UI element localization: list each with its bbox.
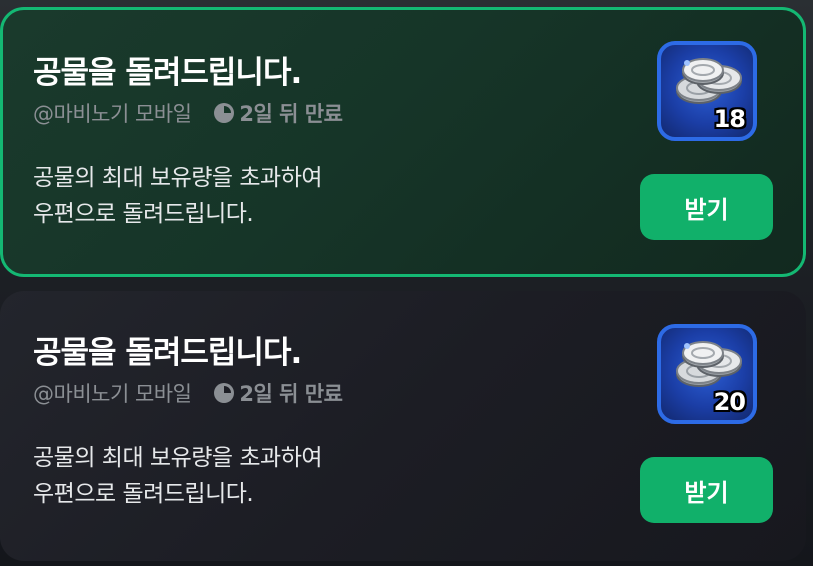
mail-expiry-text: 2일 뒤 만료 [239, 382, 343, 406]
mail-sender: @마비노기 모바일 [33, 382, 192, 406]
mail-card[interactable]: 공물을 돌려드립니다. @마비노기 모바일 2일 뒤 만료 공물의 최대 보유량… [0, 291, 806, 561]
reward-count: 18 [713, 105, 746, 133]
clock-icon [214, 383, 235, 403]
clock-icon [214, 103, 235, 123]
mail-title: 공물을 돌려드립니다. [33, 55, 302, 91]
reward-item[interactable]: 18 [657, 41, 757, 141]
mail-meta: @마비노기 모바일 2일 뒤 만료 [33, 378, 343, 408]
mail-title: 공물을 돌려드립니다. [33, 335, 302, 371]
mail-expiry: 2일 뒤 만료 [213, 98, 343, 128]
mail-card[interactable]: 공물을 돌려드립니다. @마비노기 모바일 2일 뒤 만료 공물의 최대 보유량… [0, 7, 806, 277]
mail-sender: @마비노기 모바일 [33, 102, 192, 126]
mail-expiry-text: 2일 뒤 만료 [239, 102, 343, 126]
reward-item[interactable]: 20 [657, 324, 757, 424]
claim-button[interactable]: 받기 [640, 457, 773, 523]
mail-body-line: 공물의 최대 보유량을 초과하여 [33, 445, 323, 471]
mail-meta: @마비노기 모바일 2일 뒤 만료 [33, 98, 343, 128]
mail-body: 공물의 최대 보유량을 초과하여 우편으로 돌려드립니다. [33, 440, 323, 512]
reward-count: 20 [713, 388, 746, 416]
mail-body-line: 공물의 최대 보유량을 초과하여 [33, 165, 323, 191]
claim-button[interactable]: 받기 [640, 174, 773, 240]
mail-expiry: 2일 뒤 만료 [213, 378, 343, 408]
mail-body-line: 우편으로 돌려드립니다. [33, 481, 254, 507]
mail-body: 공물의 최대 보유량을 초과하여 우편으로 돌려드립니다. [33, 160, 323, 232]
mail-body-line: 우편으로 돌려드립니다. [33, 201, 254, 227]
